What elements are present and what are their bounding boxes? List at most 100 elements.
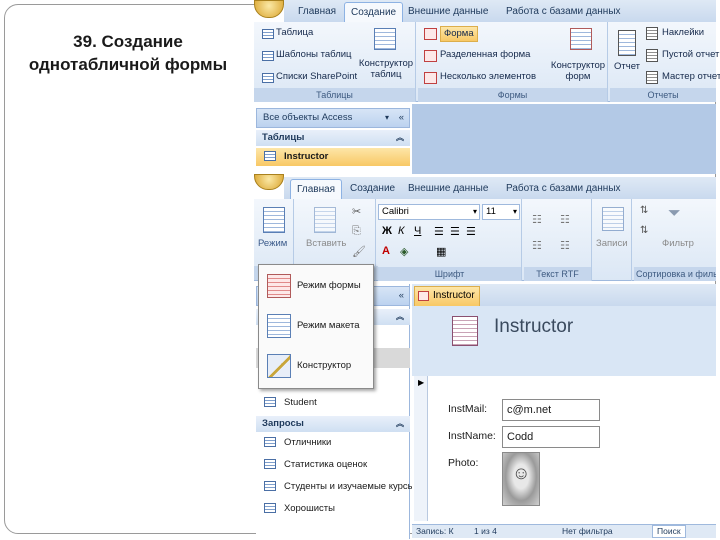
table-button[interactable]: Таблица: [276, 26, 313, 40]
font-color-icon[interactable]: A: [382, 245, 390, 257]
form-icon: [424, 28, 437, 40]
sharepoint-list-icon: [262, 73, 274, 83]
records-button[interactable]: Записи: [596, 237, 628, 251]
bold-icon[interactable]: Ж: [382, 225, 392, 237]
blank-report-button[interactable]: Пустой отчет: [662, 48, 719, 62]
nav-item-query-label: Хорошисты: [284, 503, 335, 514]
top-nav-header-label: Все объекты Access: [263, 112, 353, 123]
record-selector[interactable]: ▶: [414, 376, 428, 521]
table-designer-button[interactable]: Конструктор таблиц: [358, 58, 414, 80]
align-center-icon[interactable]: ☰: [450, 225, 460, 238]
report-wizard-button[interactable]: Мастер отчет: [662, 70, 720, 84]
font-name-select[interactable]: Calibri ▾: [378, 204, 480, 220]
cut-icon[interactable]: ✂: [352, 205, 361, 218]
chevron-down-icon[interactable]: ▾: [473, 205, 477, 219]
record-position[interactable]: 1 из 4: [474, 525, 497, 538]
group-tables: Таблица Шаблоны таблиц Списки SharePoint…: [254, 22, 416, 102]
copy-icon[interactable]: ⎘: [352, 225, 361, 238]
menu-item-form-view[interactable]: Режим формы: [261, 269, 371, 305]
nav-item-query-3[interactable]: Студенты и изучаемые курсы: [256, 478, 414, 496]
search-box[interactable]: Поиск: [652, 525, 686, 538]
nav-item-query-1[interactable]: Отличники: [256, 434, 410, 452]
bullets-icon[interactable]: ☷: [532, 213, 542, 226]
group-tables-label: Таблицы: [254, 88, 415, 102]
collapse-pane-icon[interactable]: «: [399, 109, 404, 127]
tab-home-2[interactable]: Главная: [290, 179, 343, 199]
paste-button[interactable]: Вставить: [306, 237, 346, 251]
menu-item-label: Режим формы: [297, 280, 361, 291]
group-records: Записи: [594, 199, 632, 281]
chevron-down-icon[interactable]: ▾: [385, 109, 389, 127]
sort-az-icon[interactable]: ⇅: [640, 205, 648, 216]
document-tab[interactable]: Instructor: [414, 286, 480, 306]
query-icon: [264, 503, 276, 513]
tab-create[interactable]: Создание: [344, 2, 404, 22]
filter-status[interactable]: Нет фильтра: [562, 525, 613, 538]
split-form-button[interactable]: Разделенная форма: [440, 48, 530, 62]
menu-item-design-view[interactable]: Конструктор: [261, 349, 371, 385]
chevron-up-icon[interactable]: ︽: [396, 309, 404, 325]
form-designer-button[interactable]: Конструктор форм: [550, 60, 606, 82]
tab-database-tools[interactable]: Работа с базами данных: [500, 2, 627, 22]
top-nav-header[interactable]: Все объекты Access ▾ «: [256, 108, 410, 128]
align-right-icon[interactable]: ☰: [466, 225, 476, 238]
query-icon: [264, 481, 276, 491]
italic-icon[interactable]: К: [398, 225, 404, 237]
menu-item-layout-view[interactable]: Режим макета: [261, 309, 371, 345]
nav-item-query-4[interactable]: Хорошисты: [256, 500, 410, 518]
tab-create-2[interactable]: Создание: [344, 179, 401, 199]
nav-item-student[interactable]: Student: [256, 394, 410, 412]
fill-color-icon[interactable]: ◈: [400, 245, 408, 258]
table-templates-button[interactable]: Шаблоны таблиц: [276, 48, 352, 62]
outdent-icon[interactable]: ☷: [560, 239, 570, 252]
top-nav-pane-bg: [256, 166, 410, 174]
chevron-up-icon[interactable]: ︽: [396, 130, 404, 146]
view-icon: [263, 207, 285, 233]
indent-icon[interactable]: ☷: [532, 239, 542, 252]
field-label-photo: Photo:: [448, 457, 479, 469]
tab-external-data[interactable]: Внешние данные: [402, 2, 494, 22]
underline-icon[interactable]: Ч: [414, 225, 421, 237]
sharepoint-lists-button[interactable]: Списки SharePoint: [276, 70, 357, 84]
align-left-icon[interactable]: ☰: [434, 225, 444, 238]
report-button[interactable]: Отчет: [614, 60, 640, 74]
top-nav-item-instructor[interactable]: Instructor: [256, 148, 410, 166]
chevron-down-icon[interactable]: ▾: [513, 205, 517, 219]
bottom-tab-row: Главная Создание Внешние данные Работа с…: [284, 177, 716, 199]
query-icon: [264, 459, 276, 469]
field-instmail[interactable]: c@m.net: [502, 399, 600, 421]
collapse-pane-icon[interactable]: «: [399, 287, 404, 305]
multiple-items-button[interactable]: Несколько элементов: [440, 70, 536, 84]
table-icon: [262, 29, 274, 39]
view-button[interactable]: Режим: [258, 237, 287, 251]
design-view-icon: [267, 354, 291, 378]
nav-item-student-label: Student: [284, 397, 317, 408]
report-big-icon: [618, 30, 636, 56]
format-painter-icon[interactable]: 🖌: [352, 245, 366, 258]
labels-button[interactable]: Наклейки: [662, 26, 704, 40]
filter-button[interactable]: Фильтр: [662, 237, 694, 251]
tab-external-data-2[interactable]: Внешние данные: [402, 179, 494, 199]
tab-database-tools-2[interactable]: Работа с базами данных: [500, 179, 627, 199]
form-designer-icon: [570, 28, 592, 50]
numbering-icon[interactable]: ☷: [560, 213, 570, 226]
group-font-label: Шрифт: [378, 267, 521, 281]
funnel-icon[interactable]: ⏷: [668, 205, 681, 223]
top-nav-section-label: Таблицы: [262, 132, 305, 143]
top-nav-section-tables[interactable]: Таблицы ︽: [256, 130, 410, 146]
table-template-icon: [262, 51, 274, 61]
chevron-up-icon[interactable]: ︽: [396, 416, 404, 432]
tab-home[interactable]: Главная: [292, 2, 342, 22]
field-instname[interactable]: Codd: [502, 426, 600, 448]
view-dropdown-menu: Режим формы Режим макета Конструктор: [258, 264, 374, 389]
sort-za-icon[interactable]: ⇅: [640, 225, 648, 236]
nav-item-query-2[interactable]: Статистика оценок: [256, 456, 410, 474]
slide-title: 39. Создание однотабличной формы: [28, 32, 228, 74]
form-button[interactable]: Форма: [440, 26, 478, 42]
top-tab-row: Главная Создание Внешние данные Работа с…: [284, 0, 716, 22]
font-size-select[interactable]: 11 ▾: [482, 204, 520, 220]
photo-field[interactable]: ☺: [502, 452, 540, 506]
nav-section-queries[interactable]: Запросы ︽: [256, 416, 410, 432]
table-designer-icon: [374, 28, 396, 50]
gridlines-icon[interactable]: ▦: [436, 245, 446, 258]
